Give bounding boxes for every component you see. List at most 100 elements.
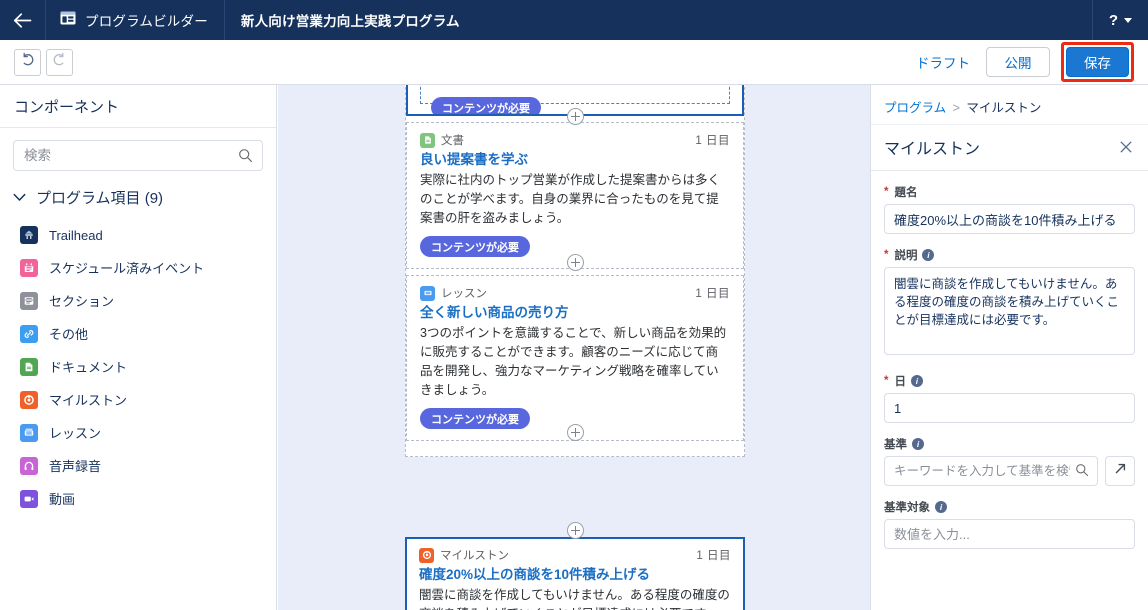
field-label: 基準対象 i — [884, 499, 1135, 515]
calendar-icon — [20, 258, 38, 277]
card-status-pill[interactable]: コンテンツが必要 — [431, 97, 541, 114]
save-button-highlight: 保存 — [1061, 42, 1134, 82]
publish-button[interactable]: 公開 — [986, 47, 1050, 77]
card-type-label: 文書 — [441, 135, 464, 147]
card-type-label: レッスン — [441, 288, 487, 301]
field-label: 基準 i — [884, 436, 1135, 452]
card-status-pill[interactable]: コンテンツが必要 — [420, 236, 530, 258]
sidebar-search-wrap — [0, 128, 276, 180]
trailhead-icon — [20, 226, 38, 244]
card-document[interactable]: 文書 1 日目 良い提案書を学ぶ 実際に社内のトップ営業が作成した提案書からは多… — [406, 122, 744, 270]
redo-button[interactable] — [46, 48, 73, 76]
field-label-text: 日 — [894, 376, 906, 388]
card-description: 実際に社内のトップ営業が作成した提案書からは多くのことが学べます。自身の業界に合… — [420, 173, 721, 226]
milestone-icon — [419, 547, 434, 563]
back-button[interactable] — [0, 0, 46, 40]
card-header: マイルストン 1 日目 — [419, 547, 731, 563]
sidebar-item-audio-recording[interactable]: 音声録音 — [0, 449, 276, 482]
search-icon — [1075, 463, 1089, 482]
search-icon — [238, 148, 253, 168]
add-item-button[interactable] — [567, 424, 584, 441]
lesson-icon — [20, 423, 38, 442]
page-title: マイルストン — [884, 141, 981, 158]
card-header: 文書 1 日目 — [420, 132, 730, 148]
redo-icon — [52, 52, 67, 72]
field-label-text: 説明 — [894, 250, 918, 262]
search-input[interactable] — [14, 148, 262, 163]
sidebar-item-label: スケジュール済みイベント — [49, 261, 205, 276]
sidebar-item-lesson[interactable]: レッスン — [0, 416, 276, 449]
app-name-label: プログラムビルダー — [85, 14, 208, 29]
required-asterisk: * — [884, 249, 889, 261]
required-asterisk: * — [884, 375, 889, 387]
field-label-text: 基準対象 — [884, 502, 930, 514]
sidebar-title: コンポーネント — [0, 85, 276, 128]
properties-panel: プログラム > マイルストン マイルストン * 題名 確度20%以上の商談を10… — [870, 85, 1148, 610]
info-icon[interactable]: i — [922, 249, 935, 261]
add-item-button[interactable] — [567, 254, 584, 271]
global-header: プログラムビルダー 新人向け営業力向上実践プログラム ? — [0, 0, 1148, 40]
program-items-group-toggle[interactable]: プログラム項目 (9) — [0, 180, 276, 217]
card-status-pill[interactable]: コンテンツが必要 — [420, 408, 530, 430]
section-container[interactable]: コンテンツが必要 文書 1 日目 良い提案書を学ぶ 実際に社内のトップ営業が作成… — [405, 85, 745, 457]
search-box[interactable] — [13, 140, 263, 171]
header-spacer — [476, 0, 1092, 40]
add-item-button[interactable] — [567, 108, 584, 125]
chevron-down-icon — [13, 189, 26, 207]
card-description: 闇雲に商談を作成してもいけません。ある程度の確度の商談を積み上げていくことが目標… — [419, 588, 730, 610]
section-icon — [20, 291, 38, 310]
info-icon[interactable]: i — [935, 501, 947, 513]
undo-button[interactable] — [14, 48, 41, 76]
program-builder-icon — [60, 10, 76, 31]
day-input[interactable] — [884, 393, 1135, 423]
sidebar-item-video[interactable]: 動画 — [0, 482, 276, 515]
draft-status-label[interactable]: ドラフト — [916, 52, 970, 72]
external-link-icon — [1113, 461, 1128, 481]
card-type: マイルストン — [419, 547, 509, 563]
description-textarea[interactable]: 闇雲に商談を作成してもいけません。ある程度の確度の商談を積み上げていくことが目標… — [884, 267, 1135, 355]
headphones-icon — [20, 456, 38, 475]
close-panel-button[interactable] — [1117, 138, 1135, 156]
field-label-text: 題名 — [894, 187, 918, 199]
field-criteria: 基準 i — [884, 436, 1135, 486]
sidebar-item-document[interactable]: ドキュメント — [0, 350, 276, 383]
sidebar-item-milestone[interactable]: マイルストン — [0, 383, 276, 416]
card-type: 文書 — [420, 132, 464, 148]
card-title[interactable]: 全く新しい商品の売り方 — [420, 304, 730, 322]
program-title: 新人向け営業力向上実践プログラム — [240, 14, 460, 29]
components-sidebar: コンポーネント プログラム項目 (9) — [0, 85, 277, 610]
sidebar-item-section[interactable]: セクション — [0, 284, 276, 317]
criteria-new-window-button[interactable] — [1105, 456, 1135, 486]
criteria-target-input[interactable] — [884, 519, 1135, 549]
info-icon[interactable]: i — [910, 375, 923, 387]
field-title: * 題名 — [884, 184, 1135, 234]
criteria-lookup-box[interactable] — [884, 456, 1098, 486]
program-canvas[interactable]: コンテンツが必要 文書 1 日目 良い提案書を学ぶ 実際に社内のトップ営業が作成… — [278, 85, 870, 610]
field-label: * 日 i — [884, 373, 1135, 389]
add-section-button[interactable] — [567, 522, 584, 539]
required-asterisk: * — [884, 186, 889, 198]
title-input[interactable] — [884, 204, 1135, 234]
card-title[interactable]: 確度20%以上の商談を10件積み上げる — [419, 566, 731, 584]
program-items-group-label: プログラム項目 (9) — [36, 190, 164, 207]
breadcrumb-parent-link[interactable]: プログラム — [884, 101, 946, 115]
field-description: * 説明 i 闇雲に商談を作成してもいけません。ある程度の確度の商談を積み上げてい… — [884, 247, 1135, 360]
sidebar-item-trailhead[interactable]: Trailhead — [0, 219, 276, 251]
field-label: * 説明 i — [884, 247, 1135, 263]
info-icon[interactable]: i — [912, 438, 924, 450]
panel-form: * 題名 * 説明 i 闇雲に商談を作成してもいけません。ある程度の確度の商談を積み… — [871, 171, 1148, 549]
sidebar-item-other[interactable]: その他 — [0, 317, 276, 350]
card-title[interactable]: 良い提案書を学ぶ — [420, 151, 730, 169]
card-lesson[interactable]: レッスン 1 日目 全く新しい商品の売り方 3つのポイントを意識することで、新し… — [406, 275, 744, 442]
save-button[interactable]: 保存 — [1066, 47, 1129, 77]
help-menu-button[interactable]: ? — [1091, 0, 1148, 40]
criteria-search-input[interactable] — [885, 464, 1097, 478]
field-label: * 題名 — [884, 184, 1135, 200]
card-day-label: 1 日目 — [695, 135, 730, 147]
sidebar-item-label: ドキュメント — [49, 360, 128, 375]
card-milestone[interactable]: マイルストン 1 日目 確度20%以上の商談を10件積み上げる 闇雲に商談を作成… — [405, 537, 745, 610]
sidebar-item-scheduled-event[interactable]: スケジュール済みイベント — [0, 251, 276, 284]
sidebar-item-label: マイルストン — [49, 393, 128, 408]
app-launcher-program-builder[interactable]: プログラムビルダー — [46, 0, 225, 40]
sidebar-item-label: レッスン — [49, 426, 102, 441]
